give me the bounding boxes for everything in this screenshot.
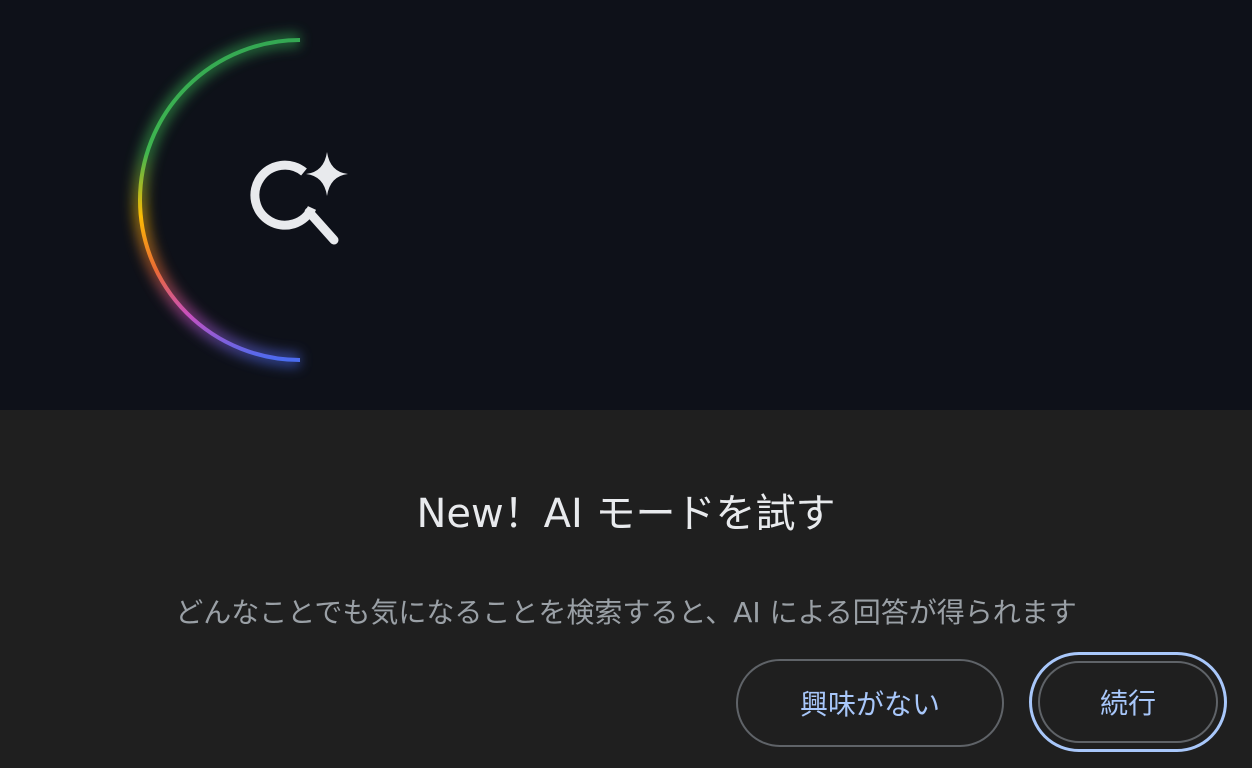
not-interested-button-label: 興味がない	[799, 688, 940, 721]
glowing-search-bar-illustration	[133, 33, 1060, 367]
ai-mode-promo-dialog: New！AI モードを試す どんなことでも気になることを検索すると、AI による…	[0, 0, 1252, 768]
hero-banner	[0, 0, 1252, 410]
dialog-title: New！AI モードを試す	[416, 490, 836, 537]
continue-button-label: 続行	[1099, 687, 1156, 720]
continue-button[interactable]: 続行	[1029, 652, 1227, 752]
dialog-description: どんなことでも気になることを検索すると、AI による回答が得られます	[175, 596, 1077, 629]
search-sparkle-icon	[246, 146, 352, 250]
not-interested-button[interactable]: 興味がない	[736, 659, 1004, 747]
